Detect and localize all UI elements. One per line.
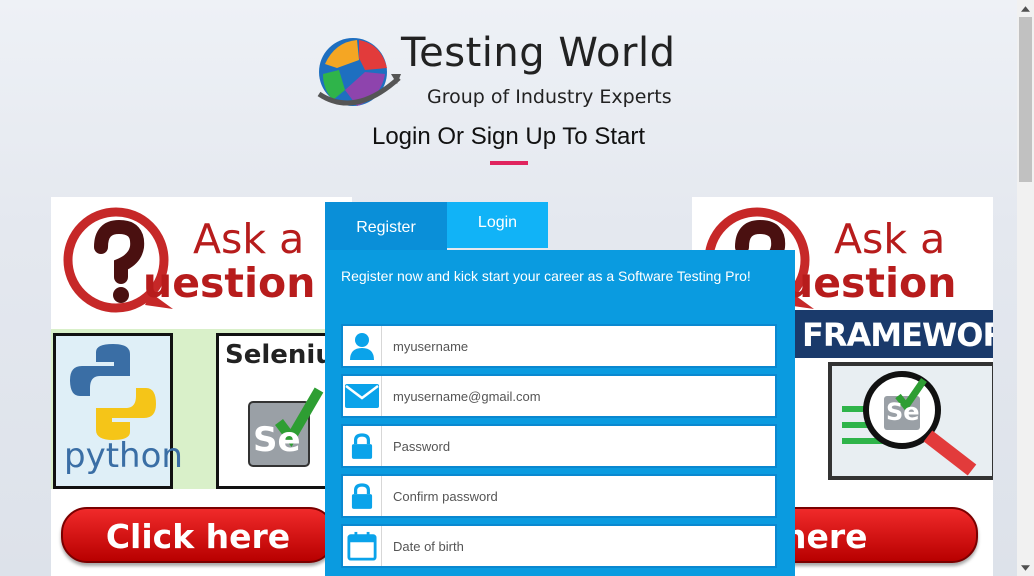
password-input[interactable] xyxy=(383,426,771,466)
scroll-down-arrow-icon[interactable] xyxy=(1017,559,1034,576)
lock-icon xyxy=(343,426,382,466)
site-title: Testing World xyxy=(401,30,676,76)
ask-a-text: Ask a xyxy=(193,215,305,263)
python-icon xyxy=(70,344,156,440)
question-text: uestion xyxy=(143,259,316,307)
page-title: Login Or Sign Up To Start xyxy=(371,123,646,150)
email-input[interactable] xyxy=(383,376,771,416)
username-field-wrapper xyxy=(341,324,777,368)
username-input[interactable] xyxy=(383,326,771,366)
python-logo-box: python xyxy=(53,333,183,489)
page-scrollbar[interactable] xyxy=(1017,0,1034,576)
register-panel: Register now and kick start your career … xyxy=(325,250,795,576)
register-message: Register now and kick start your career … xyxy=(341,268,751,284)
tab-login[interactable]: Login xyxy=(447,202,548,248)
scroll-up-arrow-icon[interactable] xyxy=(1017,0,1034,17)
lock-icon xyxy=(343,476,382,516)
ask-a-text: Ask a xyxy=(834,215,946,263)
confirm-password-input[interactable] xyxy=(383,476,771,516)
calendar-icon xyxy=(343,526,382,566)
email-field-wrapper xyxy=(341,374,777,418)
globe-puzzle-icon xyxy=(317,38,401,106)
tab-register[interactable]: Register xyxy=(325,202,447,250)
click-here-label: Click here xyxy=(105,517,291,556)
auth-tabs: Register Login xyxy=(325,202,795,250)
site-logo[interactable]: Testing World Group of Industry Experts xyxy=(315,30,715,110)
framework-bar: FRAMEWORK xyxy=(794,310,993,358)
confirm-password-field-wrapper xyxy=(341,474,777,518)
envelope-icon xyxy=(343,376,382,416)
framework-label: FRAMEWORK xyxy=(802,316,993,354)
scrollbar-thumb[interactable] xyxy=(1019,17,1032,182)
question-text: uestion xyxy=(784,259,957,307)
selenium-se-text: Se xyxy=(253,420,301,460)
heading-underline xyxy=(490,161,528,165)
monitor-illustration: Se xyxy=(828,362,993,480)
dob-input[interactable] xyxy=(383,526,771,566)
site-tagline: Group of Industry Experts xyxy=(427,86,672,108)
user-icon xyxy=(343,326,382,366)
left-click-here-button[interactable]: Click here xyxy=(61,507,335,563)
python-label: python xyxy=(64,436,183,476)
password-field-wrapper xyxy=(341,424,777,468)
dob-field-wrapper xyxy=(341,524,777,568)
left-ad-banner[interactable]: Ask a uestion python Selenium Se Click h… xyxy=(51,197,352,576)
selenium-se-text: Se xyxy=(886,398,920,426)
